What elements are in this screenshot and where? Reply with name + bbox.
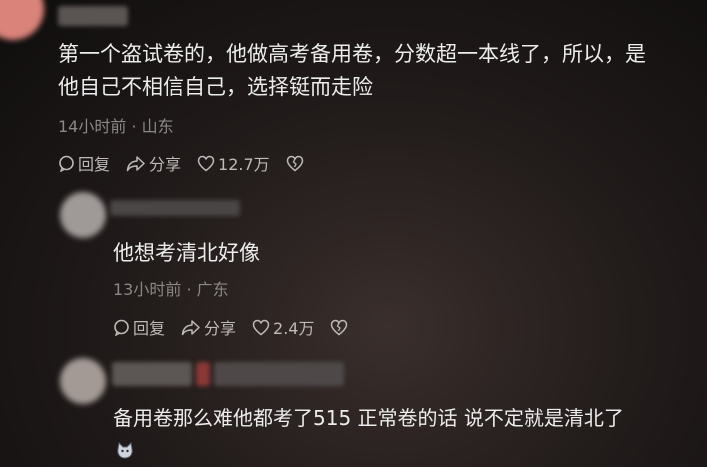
comment-time: 13小时前 [113,280,182,299]
broken-heart-icon [331,319,348,335]
meta-separator: · [186,280,192,299]
reply-text: 备用卷那么难他都考了515 正常卷的话 说不定就是清北了 [113,406,624,430]
comment-text-line: 第一个盗试卷的，他做高考备用卷，分数超一本线了，所以，是 [58,42,646,66]
avatar[interactable] [60,358,106,404]
username-blurred[interactable] [58,6,128,26]
avatar[interactable] [60,192,106,238]
reply-label: 回复 [133,319,166,338]
heart-icon [197,155,215,171]
reply-text: 他想考清北好像 [113,241,260,265]
dislike-button[interactable] [286,155,307,172]
like-button[interactable]: 12.7万 [197,151,270,175]
username-blurred[interactable] [112,362,192,386]
avatar[interactable] [0,0,44,40]
share-button[interactable]: 分享 [126,151,181,175]
comment-actions: 回复 分享 2.4万 [113,315,367,339]
share-label: 分享 [204,319,237,338]
like-button[interactable]: 2.4万 [252,315,314,339]
dislike-button[interactable] [330,319,351,336]
cat-sticker-icon [115,441,135,465]
comment-meta: 13小时前 · 广东 [113,276,229,300]
comment-location: 山东 [141,117,174,136]
reply-button[interactable]: 回复 [113,315,165,339]
comment-text-line: 他自己不相信自己，选择铤而走险 [58,75,373,99]
username-blurred[interactable] [214,362,344,386]
share-icon [181,319,200,335]
username-blurred-accent [196,362,210,386]
like-count: 2.4万 [273,319,315,338]
reply-label: 回复 [78,155,111,174]
share-icon [126,155,145,171]
reply-button[interactable]: 回复 [58,151,110,175]
meta-separator: · [131,117,137,136]
comment-actions: 回复 分享 12.7万 [58,151,323,175]
share-button[interactable]: 分享 [181,315,236,339]
comment-bubble-icon [114,319,129,336]
comment-bubble-icon [59,155,74,172]
comment-location: 广东 [196,280,229,299]
comment-meta: 14小时前 · 山东 [58,113,174,137]
comment-text: 第一个盗试卷的，他做高考备用卷，分数超一本线了，所以，是 他自己不相信自己，选择… [58,38,698,104]
comment-time: 14小时前 [58,117,127,136]
like-count: 12.7万 [218,155,270,174]
broken-heart-icon [286,155,303,171]
heart-icon [252,319,270,335]
username-blurred[interactable] [110,200,240,216]
share-label: 分享 [149,155,182,174]
